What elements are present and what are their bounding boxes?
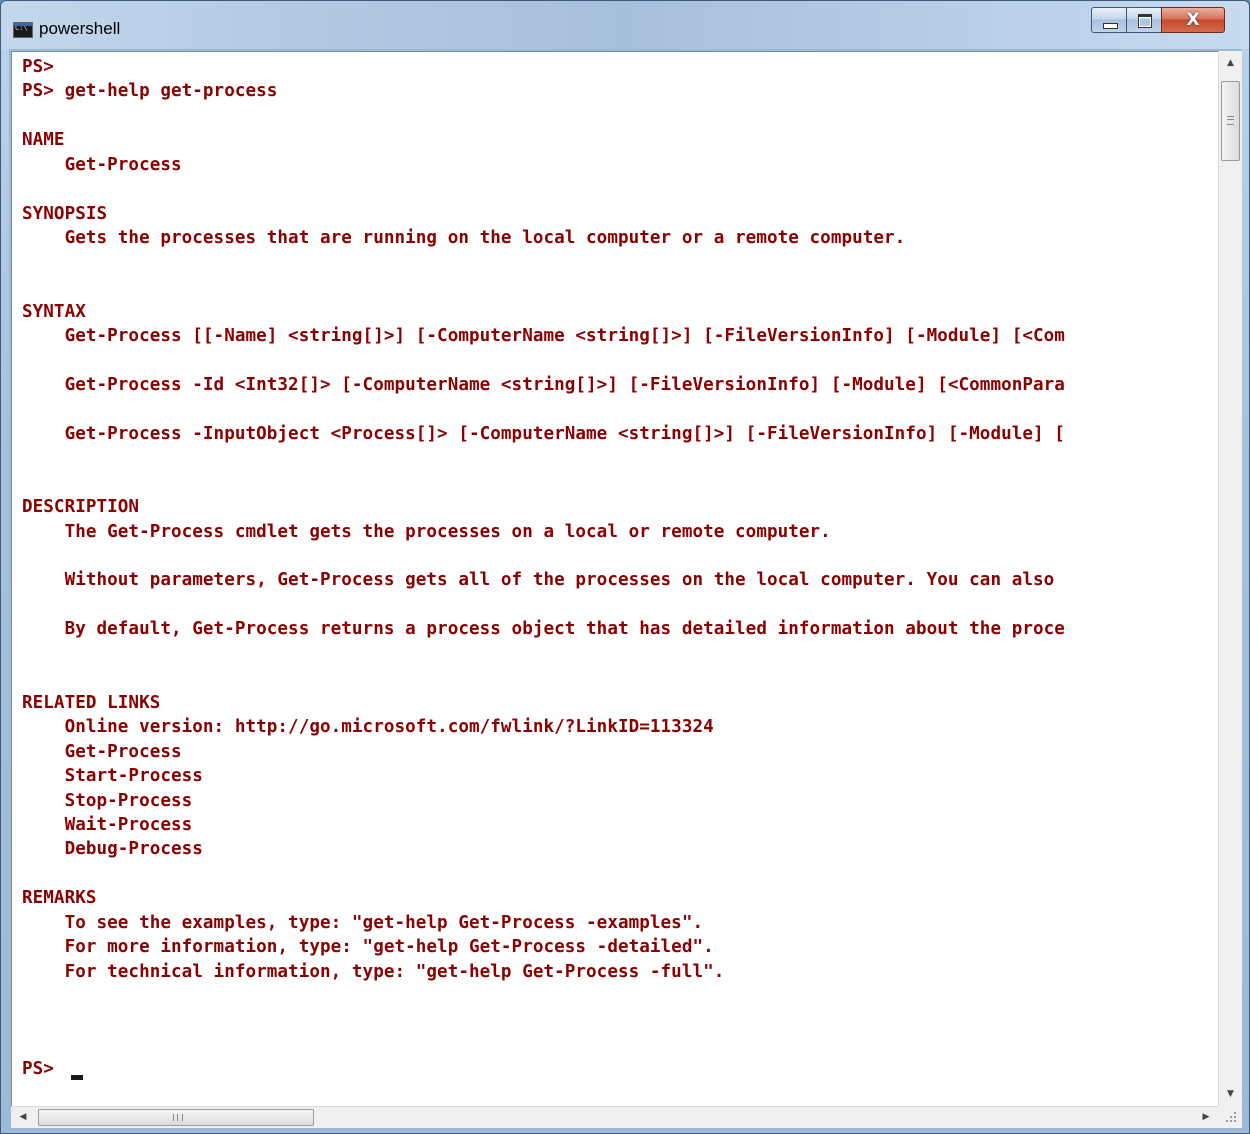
console-line: Wait-Process: [22, 814, 193, 835]
close-button[interactable]: X: [1161, 7, 1225, 33]
console-line: For more information, type: "get-help Ge…: [22, 937, 714, 958]
minimize-button[interactable]: [1091, 7, 1127, 33]
horizontal-scroll-thumb[interactable]: [38, 1109, 314, 1126]
console-line: Get-Process -Id <Int32[]> [-ComputerName…: [22, 374, 1065, 395]
console-line: PS>: [22, 1059, 65, 1080]
console-line: Debug-Process: [22, 839, 203, 860]
console-line: PS>: [22, 57, 54, 77]
console-line: Get-Process [[-Name] <string[]>] [-Compu…: [22, 325, 1065, 346]
scroll-left-arrow-icon[interactable]: ◀: [11, 1107, 35, 1128]
console-line: Get-Process: [22, 154, 182, 175]
console-line: The Get-Process cmdlet gets the processe…: [22, 521, 831, 542]
console-line: NAME: [22, 130, 65, 151]
console-app-icon[interactable]: [13, 22, 33, 38]
scroll-down-arrow-icon[interactable]: ▼: [1219, 1082, 1242, 1106]
title-bar[interactable]: powershell X: [1, 1, 1249, 49]
maximize-icon: [1138, 14, 1152, 28]
console-line: For technical information, type: "get-he…: [22, 961, 725, 982]
console-line: RELATED LINKS: [22, 692, 161, 713]
console-line: PS> get-help get-process: [22, 81, 278, 102]
console-line: Online version: http://go.microsoft.com/…: [22, 717, 714, 738]
console-line: SYNOPSIS: [22, 203, 108, 224]
window-title: powershell: [39, 19, 121, 38]
console-line: Without parameters, Get-Process gets all…: [22, 570, 1055, 591]
powershell-window: powershell X PS> PS> get-help get-process…: [0, 0, 1250, 1134]
console-line: By default, Get-Process returns a proces…: [22, 619, 1065, 640]
console-line: DESCRIPTION: [22, 497, 140, 518]
text-cursor: [71, 1075, 83, 1081]
console-line: Start-Process: [22, 766, 203, 787]
console-line: To see the examples, type: "get-help Get…: [22, 912, 704, 933]
horizontal-grip-icon: [173, 1114, 183, 1121]
maximize-button[interactable]: [1126, 7, 1162, 33]
console-line: REMARKS: [22, 888, 97, 909]
scroll-up-arrow-icon[interactable]: ▲: [1219, 51, 1242, 75]
vertical-scrollbar[interactable]: ▲ ▼: [1218, 51, 1242, 1106]
console-line: SYNTAX: [22, 301, 86, 322]
console-line: Get-Process -InputObject <Process[]> [-C…: [22, 423, 1065, 444]
resize-grip-icon[interactable]: [1218, 1106, 1242, 1128]
console-line: Gets the processes that are running on t…: [22, 228, 906, 249]
close-icon: X: [1186, 10, 1200, 30]
scroll-right-arrow-icon[interactable]: ▶: [1194, 1107, 1218, 1128]
console-line: Stop-Process: [22, 790, 193, 811]
console-line: Get-Process: [22, 741, 182, 762]
minimize-icon: [1103, 23, 1118, 29]
horizontal-scrollbar[interactable]: ◀ ▶: [11, 1106, 1218, 1128]
vertical-scroll-thumb[interactable]: [1221, 81, 1240, 161]
console-output[interactable]: PS> PS> get-help get-process NAME Get-Proc…: [11, 51, 1219, 1107]
vertical-grip-icon: [1227, 116, 1234, 125]
